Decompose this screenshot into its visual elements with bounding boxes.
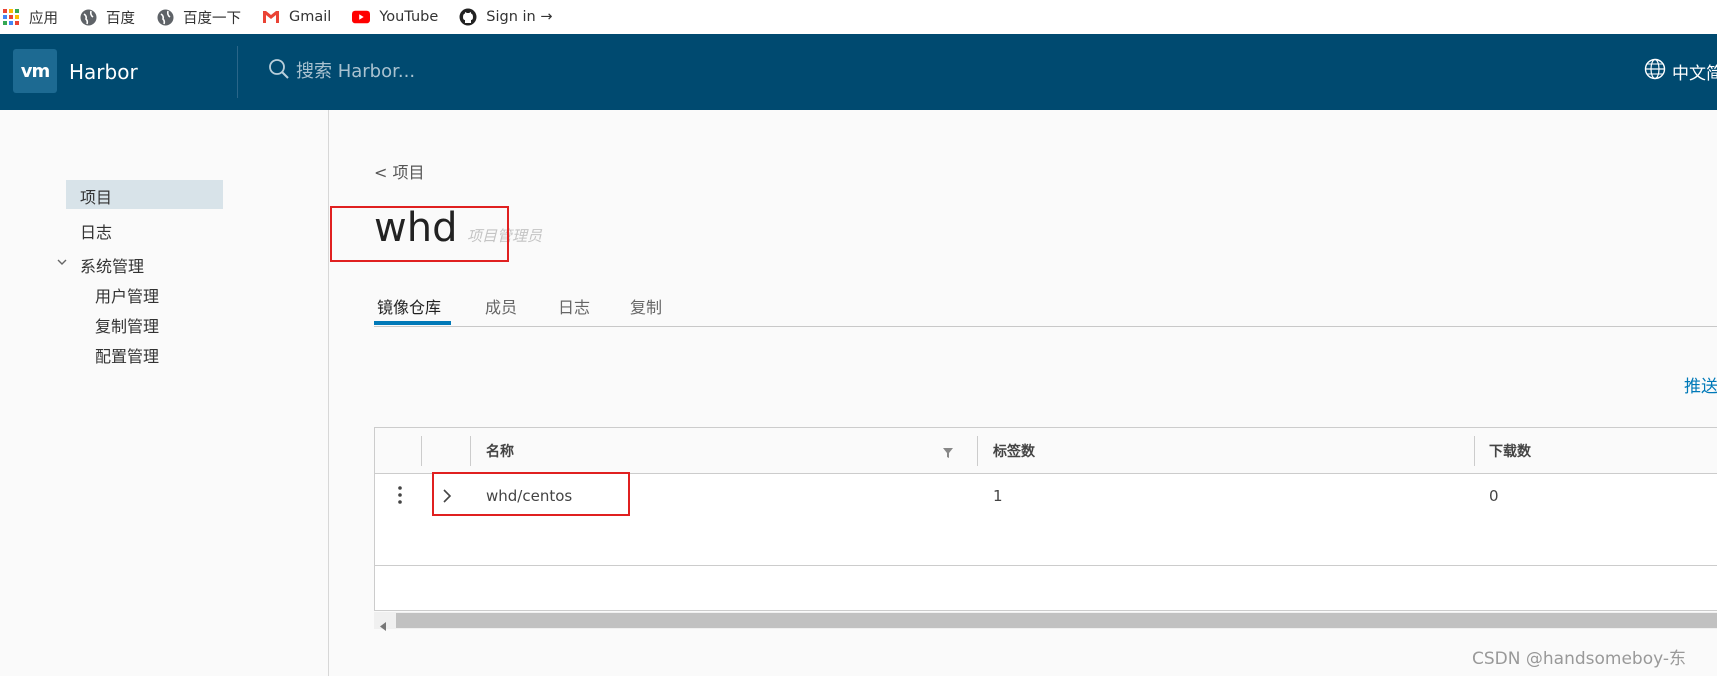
column-header-tags[interactable]: 标签数: [993, 441, 1035, 461]
bookmark-baidu-search[interactable]: 百度一下: [156, 0, 241, 34]
row-actions-icon[interactable]: [398, 486, 402, 508]
github-icon: [459, 8, 477, 26]
bookmark-baidu[interactable]: 百度: [79, 0, 135, 34]
sidebar-item-projects[interactable]: 项目: [66, 180, 223, 209]
bookmark-gmail[interactable]: Gmail: [262, 0, 331, 34]
bookmark-label: 应用: [29, 10, 58, 27]
vmware-logo[interactable]: vm: [13, 49, 57, 93]
bookmark-label: 百度一下: [183, 10, 241, 27]
gmail-icon: [262, 8, 280, 26]
globe-icon: [1644, 58, 1672, 85]
globe-icon: [156, 8, 174, 26]
sidebar-item-logs[interactable]: 日志: [80, 219, 112, 243]
tab-replication[interactable]: 复制: [630, 294, 662, 318]
table-footer-divider: [375, 565, 1717, 566]
horizontal-scrollbar[interactable]: [374, 612, 1717, 631]
apps-grid-icon: [2, 8, 20, 26]
tab-logs[interactable]: 日志: [558, 294, 590, 318]
bookmark-label: YouTube: [379, 9, 439, 25]
column-header-downloads[interactable]: 下载数: [1489, 441, 1531, 461]
sidebar-item-label: 项目: [80, 188, 113, 207]
sidebar-item-system-admin[interactable]: 系统管理: [80, 253, 144, 277]
push-image-link[interactable]: 推送: [1684, 372, 1717, 397]
sidebar-item-configuration[interactable]: 配置管理: [95, 343, 159, 367]
language-selector[interactable]: 中文简: [1644, 58, 1717, 85]
tab-members[interactable]: 成员: [485, 294, 517, 318]
download-count: 0: [1489, 487, 1499, 505]
scrollbar-thumb[interactable]: [396, 613, 1717, 628]
sidebar-item-users[interactable]: 用户管理: [95, 283, 159, 307]
back-to-projects-link[interactable]: < 项目: [374, 159, 425, 183]
column-separator: [470, 436, 471, 466]
chevron-down-icon[interactable]: [56, 253, 68, 272]
table-header: 名称 标签数 下载数: [375, 428, 1717, 474]
global-search: [268, 58, 556, 84]
annotation-box: [432, 472, 630, 516]
app-title[interactable]: Harbor: [69, 60, 138, 84]
youtube-icon: [352, 8, 371, 26]
tab-repositories[interactable]: 镜像仓库: [377, 294, 441, 318]
scroll-left-icon[interactable]: [380, 616, 387, 635]
column-separator: [1474, 436, 1475, 466]
bookmark-apps[interactable]: 应用: [2, 0, 58, 34]
column-separator: [421, 436, 422, 466]
bookmarks-bar: 应用 百度 百度一下 Gmail YouTube Sign in →: [0, 0, 1717, 34]
filter-icon[interactable]: [942, 444, 954, 463]
header-divider: [237, 46, 238, 98]
project-tabs: 镜像仓库 成员 日志 复制: [374, 287, 1717, 327]
active-tab-indicator: [374, 321, 451, 325]
search-icon: [268, 58, 290, 84]
annotation-box: [330, 206, 509, 262]
repository-table: 名称 标签数 下载数 whd/centos 1 0: [374, 427, 1717, 611]
language-label: 中文简: [1672, 64, 1717, 84]
tag-count: 1: [993, 487, 1003, 505]
bookmark-label: 百度: [106, 10, 135, 27]
bookmark-github-signin[interactable]: Sign in →: [459, 0, 553, 34]
column-header-name[interactable]: 名称: [486, 441, 514, 461]
sidebar-item-replication[interactable]: 复制管理: [95, 313, 159, 337]
bookmark-label: Gmail: [289, 9, 332, 25]
bookmark-youtube[interactable]: YouTube: [352, 0, 438, 34]
sidebar-nav: 项目 日志 系统管理 用户管理 复制管理 配置管理: [0, 110, 329, 676]
bookmark-label: Sign in →: [486, 9, 553, 25]
app-header: vm Harbor 中文简: [0, 34, 1717, 110]
watermark: CSDN @handsomeboy-东: [1472, 649, 1686, 669]
globe-icon: [79, 8, 97, 26]
search-input[interactable]: [296, 60, 556, 82]
column-separator: [977, 436, 978, 466]
